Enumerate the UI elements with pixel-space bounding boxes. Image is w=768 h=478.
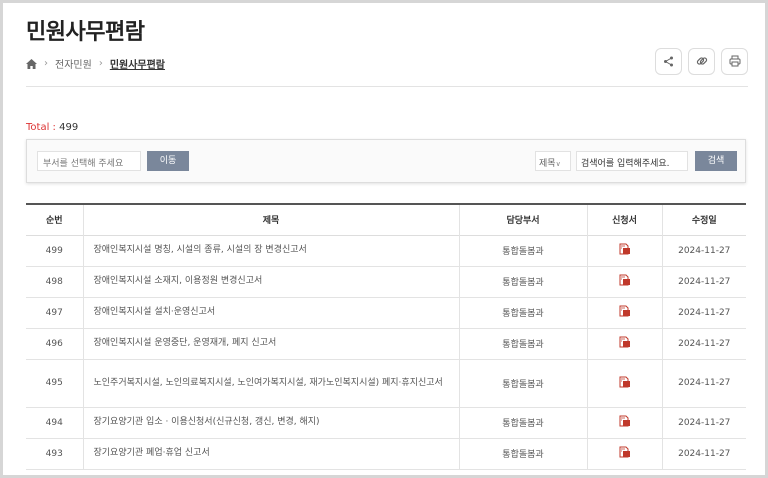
document-download-icon xyxy=(619,274,631,289)
share-button[interactable] xyxy=(655,48,682,75)
total-separator: : xyxy=(49,122,60,133)
row-date: 2024-11-27 xyxy=(661,438,746,470)
chevron-down-icon: ∨ xyxy=(555,160,561,168)
row-title-link[interactable]: 장애인복지시설 설치·운영신고서 xyxy=(82,297,459,329)
row-department: 통합돌봄과 xyxy=(458,328,587,360)
row-date: 2024-11-27 xyxy=(661,359,746,408)
table-header-row: 순번 제목 담당부서 신청서 수정일 xyxy=(26,204,746,235)
breadcrumb: › 전자민원 › 민원사무편람 xyxy=(26,56,165,71)
print-button[interactable] xyxy=(721,48,748,75)
row-number: 493 xyxy=(26,438,83,470)
move-button[interactable]: 이동 xyxy=(147,151,189,171)
table-row: 497 장애인복지시설 설치·운영신고서 통합돌봄과 2024-11-27 xyxy=(26,297,746,329)
row-date: 2024-11-27 xyxy=(661,407,746,439)
document-download-icon xyxy=(619,446,631,461)
row-number: 494 xyxy=(26,407,83,439)
breadcrumb-separator-icon: › xyxy=(98,58,103,69)
search-panel: 부서를 선택해 주세요 이동 제목∨ 검색어를 입력해주세요. 검색 xyxy=(26,139,746,183)
table-row: 494 장기요양기관 입소 · 이용신청서(신규신청, 갱신, 변경, 해지) … xyxy=(26,407,746,439)
share-icon xyxy=(663,52,674,71)
table-row: 498 장애인복지시설 소재지, 이용정원 변경신고서 통합돌봄과 2024-1… xyxy=(26,266,746,298)
header-modified-date: 수정일 xyxy=(661,204,746,235)
row-title-link[interactable]: 장애인복지시설 명칭, 시설의 종류, 시설의 장 변경신고서 xyxy=(82,235,459,267)
total-count: Total : 499 xyxy=(26,122,78,133)
form-download-button[interactable] xyxy=(586,328,662,360)
search-input[interactable]: 검색어를 입력해주세요. xyxy=(576,151,688,171)
row-number: 498 xyxy=(26,266,83,298)
breadcrumb-item-current[interactable]: 민원사무편람 xyxy=(110,56,165,71)
row-department: 통합돌봄과 xyxy=(458,438,587,470)
row-date: 2024-11-27 xyxy=(661,266,746,298)
row-department: 통합돌봄과 xyxy=(458,235,587,267)
row-date: 2024-11-27 xyxy=(661,328,746,360)
form-download-button[interactable] xyxy=(586,438,662,470)
form-download-button[interactable] xyxy=(586,235,662,267)
row-title-link[interactable]: 장애인복지시설 운영중단, 운영재개, 폐지 신고서 xyxy=(82,328,459,360)
page-tools xyxy=(655,48,748,75)
document-download-icon xyxy=(619,376,631,391)
row-title-link[interactable]: 장애인복지시설 소재지, 이용정원 변경신고서 xyxy=(82,266,459,298)
print-icon xyxy=(729,52,741,71)
department-select[interactable]: 부서를 선택해 주세요 xyxy=(37,151,141,171)
row-number: 496 xyxy=(26,328,83,360)
row-date: 2024-11-27 xyxy=(661,235,746,267)
row-department: 통합돌봄과 xyxy=(458,266,587,298)
row-date: 2024-11-27 xyxy=(661,297,746,329)
row-department: 통합돌봄과 xyxy=(458,407,587,439)
header-title: 제목 xyxy=(82,204,459,235)
header-number: 순번 xyxy=(26,204,83,235)
header-department: 담당부서 xyxy=(458,204,587,235)
header-divider xyxy=(26,86,748,87)
breadcrumb-separator-icon: › xyxy=(44,58,48,69)
form-download-button[interactable] xyxy=(586,407,662,439)
table-row: 493 장기요양기관 폐업·휴업 신고서 통합돌봄과 2024-11-27 xyxy=(26,438,746,470)
search-field-select[interactable]: 제목∨ xyxy=(535,151,571,171)
link-icon xyxy=(696,52,708,71)
row-department: 통합돌봄과 xyxy=(458,297,587,329)
table-row: 499 장애인복지시설 명칭, 시설의 종류, 시설의 장 변경신고서 통합돌봄… xyxy=(26,235,746,267)
page-title: 민원사무편람 xyxy=(26,20,145,45)
document-download-icon xyxy=(619,336,631,351)
row-number: 495 xyxy=(26,359,83,408)
row-title-link[interactable]: 노인주거복지시설, 노인의료복지시설, 노인여가복지시설, 재가노인복지시설) … xyxy=(82,359,459,408)
civil-affairs-table: 순번 제목 담당부서 신청서 수정일 499 장애인복지시설 명칭, 시설의 종… xyxy=(26,203,746,470)
home-icon[interactable] xyxy=(26,58,37,69)
row-department: 통합돌봄과 xyxy=(458,359,587,408)
copy-link-button[interactable] xyxy=(688,48,715,75)
search-field-value: 제목 xyxy=(539,159,556,169)
row-title-link[interactable]: 장기요양기관 폐업·휴업 신고서 xyxy=(82,438,459,470)
search-button[interactable]: 검색 xyxy=(695,151,737,171)
total-value: 499 xyxy=(59,122,79,133)
row-number: 499 xyxy=(26,235,83,267)
document-download-icon xyxy=(619,415,631,430)
form-download-button[interactable] xyxy=(586,297,662,329)
form-download-button[interactable] xyxy=(586,266,662,298)
breadcrumb-item-egov[interactable]: 전자민원 xyxy=(55,56,92,71)
table-row: 495 노인주거복지시설, 노인의료복지시설, 노인여가복지시설, 재가노인복지… xyxy=(26,359,746,408)
document-download-icon xyxy=(619,243,631,258)
table-row: 496 장애인복지시설 운영중단, 운영재개, 폐지 신고서 통합돌봄과 202… xyxy=(26,328,746,360)
row-title-link[interactable]: 장기요양기관 입소 · 이용신청서(신규신청, 갱신, 변경, 해지) xyxy=(82,407,459,439)
document-download-icon xyxy=(619,305,631,320)
row-number: 497 xyxy=(26,297,83,329)
total-label: Total xyxy=(26,122,50,133)
header-form: 신청서 xyxy=(586,204,662,235)
form-download-button[interactable] xyxy=(586,359,662,408)
